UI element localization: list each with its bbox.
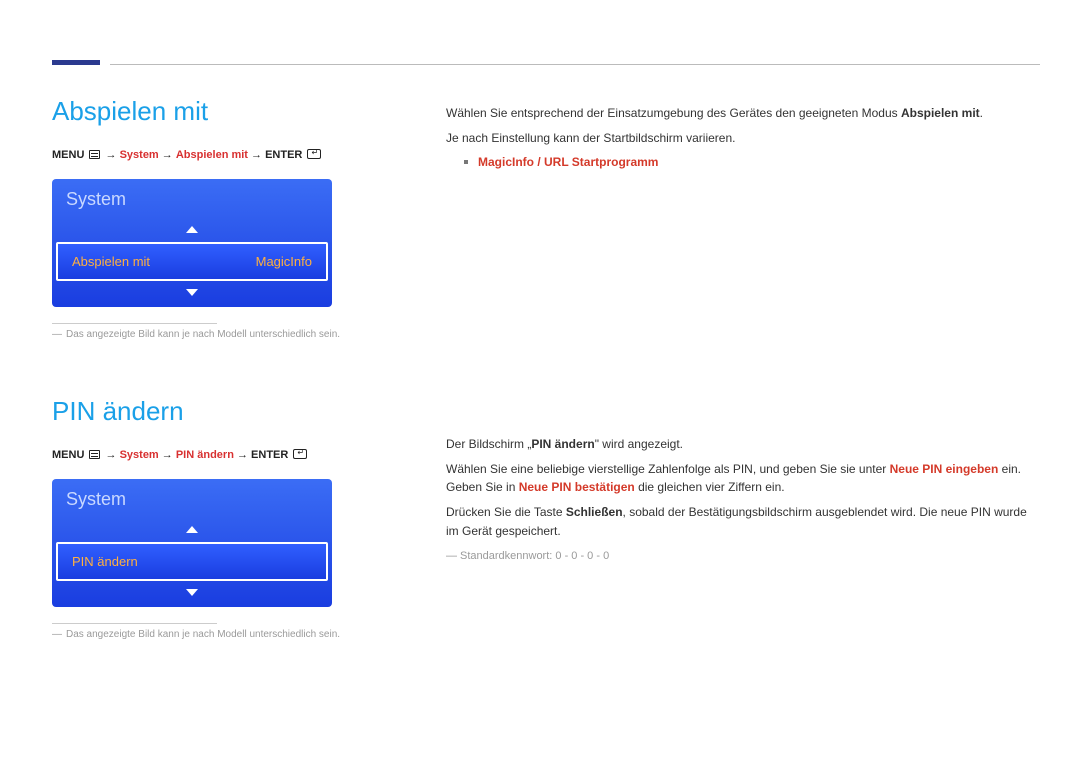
red-text: Neue PIN bestätigen (519, 480, 635, 494)
abspielen-bullet: MagicInfo / URL Startprogramm (464, 155, 1040, 169)
path-item: Abspielen mit (176, 149, 248, 161)
text: " wird angezeigt. (595, 437, 683, 451)
enter-icon (307, 149, 321, 159)
abspielen-para-2: Je nach Einstellung kann der Startbildsc… (446, 129, 1040, 148)
red-text: Neue PIN eingeben (890, 462, 999, 476)
section-title-pin: PIN ändern (52, 396, 362, 427)
row-value: MagicInfo (256, 254, 312, 269)
bullet-text: MagicInfo / URL Startprogramm (478, 155, 658, 169)
text: Wählen Sie eine beliebige vierstellige Z… (446, 462, 890, 476)
menu-icon (89, 450, 100, 459)
pin-para-1: Der Bildschirm „PIN ändern" wird angezei… (446, 435, 1040, 454)
row-label: Abspielen mit (72, 254, 150, 269)
section-pin: PIN ändern MENU → System → PIN ändern → … (52, 396, 362, 642)
system-panel-abspielen: System Abspielen mit MagicInfo (52, 179, 332, 307)
page-content: Abspielen mit MENU → System → Abspielen … (0, 0, 1080, 642)
section-title-abspielen: Abspielen mit (52, 96, 362, 127)
chevron-up-icon (186, 526, 198, 533)
enter-label: ENTER (265, 149, 302, 161)
panel-row-abspielen[interactable]: Abspielen mit MagicInfo (56, 242, 328, 281)
sep: → (162, 149, 176, 161)
menu-path-abspielen: MENU → System → Abspielen mit → ENTER (52, 149, 362, 161)
chevron-down-wrap[interactable] (52, 281, 332, 307)
menu-path-pin: MENU → System → PIN ändern → ENTER (52, 449, 362, 461)
header-rule (110, 64, 1040, 65)
pin-right-block: Der Bildschirm „PIN ändern" wird angezei… (446, 435, 1040, 562)
text: Wählen Sie entsprechend der Einsatzumgeb… (446, 106, 901, 120)
sep: → (162, 449, 176, 461)
divider (52, 623, 217, 624)
bullet-icon (464, 160, 468, 164)
text: . (980, 106, 983, 120)
divider (52, 323, 217, 324)
footnote-abspielen: Das angezeigte Bild kann je nach Modell … (52, 328, 362, 342)
bold-text: Schließen (566, 505, 623, 519)
path-system: System (120, 449, 159, 461)
text: Der Bildschirm „ (446, 437, 531, 451)
text: Drücken Sie die Taste (446, 505, 566, 519)
panel-header: System (52, 179, 332, 216)
bold-text: PIN ändern (531, 437, 594, 451)
pin-para-3: Drücken Sie die Taste Schließen, sobald … (446, 503, 1040, 540)
chevron-down-icon (186, 589, 198, 596)
chevron-down-icon (186, 289, 198, 296)
section-abspielen: Abspielen mit MENU → System → Abspielen … (52, 96, 362, 342)
enter-icon (293, 449, 307, 459)
pin-para-2: Wählen Sie eine beliebige vierstellige Z… (446, 460, 1040, 497)
chevron-up-wrap[interactable] (52, 216, 332, 242)
path-item: PIN ändern (176, 449, 234, 461)
path-system: System (120, 149, 159, 161)
right-column: Wählen Sie entsprechend der Einsatzumgeb… (446, 96, 1040, 642)
enter-label: ENTER (251, 449, 288, 461)
footnote-pin: Das angezeigte Bild kann je nach Modell … (52, 628, 362, 642)
panel-header: System (52, 479, 332, 516)
abspielen-para-1: Wählen Sie entsprechend der Einsatzumgeb… (446, 104, 1040, 123)
sep: → (251, 149, 265, 161)
sep: → (106, 449, 120, 461)
text: die gleichen vier Ziffern ein. (635, 480, 785, 494)
header-accent (52, 60, 100, 65)
chevron-up-wrap[interactable] (52, 516, 332, 542)
panel-row-pin[interactable]: PIN ändern (56, 542, 328, 581)
menu-label: MENU (52, 149, 84, 161)
menu-label: MENU (52, 449, 84, 461)
sep: → (237, 449, 251, 461)
system-panel-pin: System PIN ändern (52, 479, 332, 607)
left-column: Abspielen mit MENU → System → Abspielen … (52, 96, 362, 642)
sep: → (106, 149, 120, 161)
bold-text: Abspielen mit (901, 106, 980, 120)
pin-default-password: Standardkennwort: 0 - 0 - 0 - 0 (446, 550, 1040, 562)
row-label: PIN ändern (72, 554, 138, 569)
chevron-down-wrap[interactable] (52, 581, 332, 607)
menu-icon (89, 150, 100, 159)
chevron-up-icon (186, 226, 198, 233)
